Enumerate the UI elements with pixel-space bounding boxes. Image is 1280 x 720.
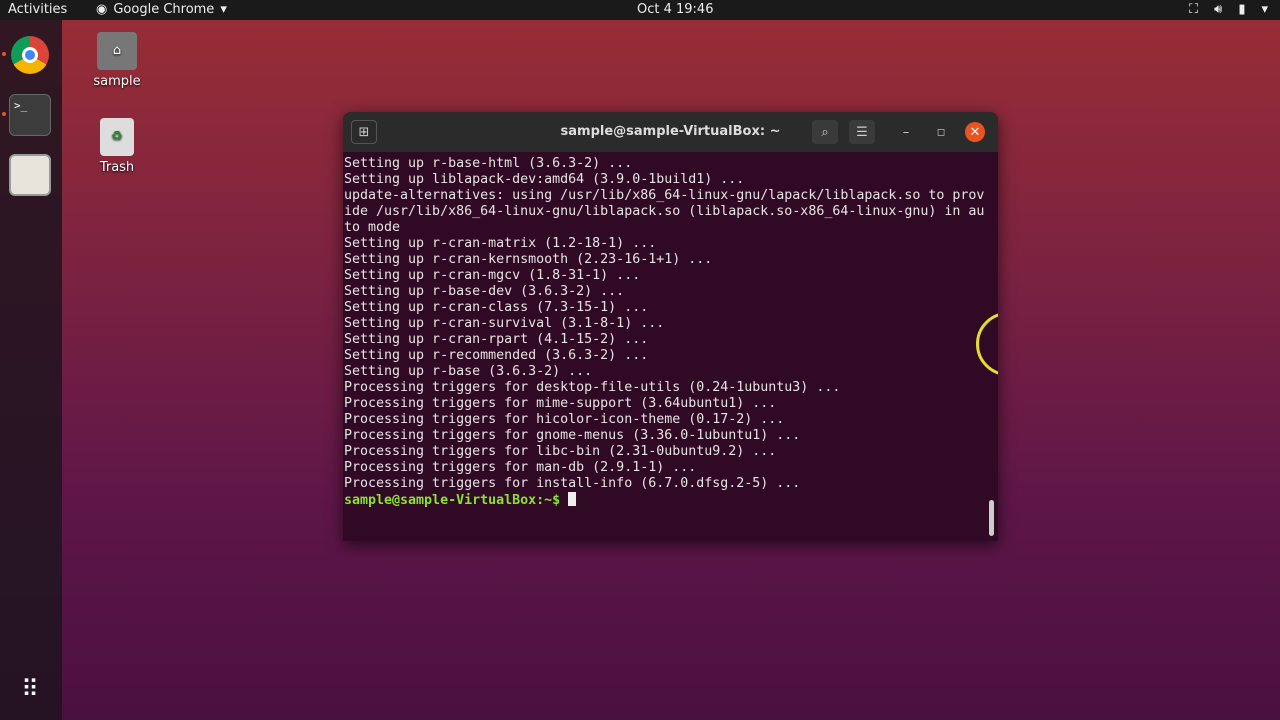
menu-arrow-icon: ▾ <box>1261 2 1268 17</box>
chrome-small-icon: ◉ <box>96 2 108 17</box>
search-icon[interactable]: ⌕ <box>812 120 838 144</box>
output-line: update-alternatives: using /usr/lib/x86_… <box>344 188 985 203</box>
output-line: Setting up r-cran-survival (3.1-8-1) ... <box>344 316 665 331</box>
output-line: Processing triggers for install-info (6.… <box>344 476 801 491</box>
output-line: Setting up liblapack-dev:amd64 (3.9.0-1b… <box>344 172 745 187</box>
output-line: Setting up r-base-dev (3.6.3-2) ... <box>344 284 625 299</box>
network-icon: ⛶ <box>1189 2 1199 17</box>
output-line: Setting up r-cran-matrix (1.2-18-1) ... <box>344 236 657 251</box>
clock[interactable]: Oct 4 19:46 <box>637 2 713 17</box>
volume-icon: 🔊︎ <box>1214 2 1223 17</box>
output-line: Setting up r-cran-class (7.3-15-1) ... <box>344 300 649 315</box>
output-line: Setting up r-cran-kernsmooth (2.23-16-1+… <box>344 252 713 267</box>
scrollbar[interactable] <box>989 500 994 536</box>
desktop-icon-trash[interactable]: ♻ Trash <box>87 118 147 175</box>
dropdown-icon: ▾ <box>220 2 227 17</box>
output-line: ide /usr/lib/x86_64-linux-gnu/liblapack.… <box>344 204 985 219</box>
output-line: Processing triggers for libc-bin (2.31-0… <box>344 444 777 459</box>
chrome-icon[interactable] <box>9 34 51 76</box>
trash-icon: ♻ <box>100 118 134 156</box>
running-indicator <box>2 52 6 56</box>
app-menu[interactable]: ◉ Google Chrome ▾ <box>96 2 227 17</box>
hamburger-menu-icon[interactable]: ☰ <box>849 120 875 144</box>
battery-icon: ▮ <box>1238 2 1246 17</box>
maximize-button[interactable]: ◻ <box>928 120 954 144</box>
show-apps-icon[interactable]: ⠿ <box>9 668 51 710</box>
output-line: Processing triggers for mime-support (3.… <box>344 396 777 411</box>
output-line: to mode <box>344 220 401 235</box>
output-line: Setting up r-base-html (3.6.3-2) ... <box>344 156 633 171</box>
terminal-header: ⊞ sample@sample-VirtualBox: ~ ⌕ ☰ – ◻ ✕ <box>343 112 998 152</box>
running-indicator <box>2 112 6 116</box>
output-line: Processing triggers for desktop-file-uti… <box>344 380 841 395</box>
output-line: Processing triggers for man-db (2.9.1-1)… <box>344 460 697 475</box>
prompt-line: sample@sample-VirtualBox:~$ <box>344 492 998 509</box>
minimize-button[interactable]: – <box>893 120 919 144</box>
top-bar: Activities ◉ Google Chrome ▾ Oct 4 19:46 ⛶… <box>0 0 1280 20</box>
output-line: Processing triggers for gnome-menus (3.3… <box>344 428 801 443</box>
cursor <box>568 492 577 506</box>
output-line: Processing triggers for hicolor-icon-the… <box>344 412 785 427</box>
terminal-window[interactable]: ⊞ sample@sample-VirtualBox: ~ ⌕ ☰ – ◻ ✕ … <box>343 112 998 541</box>
close-button[interactable]: ✕ <box>965 122 985 142</box>
output-line: Setting up r-cran-rpart (4.1-15-2) ... <box>344 332 649 347</box>
files-icon[interactable] <box>9 154 51 196</box>
activities-button[interactable]: Activities <box>8 2 67 17</box>
output-line: Setting up r-base (3.6.3-2) ... <box>344 364 593 379</box>
terminal-output[interactable]: Setting up r-base-html (3.6.3-2) ... Sett… <box>343 152 998 509</box>
home-folder-icon: ⌂ <box>97 32 137 70</box>
output-line: Setting up r-cran-mgcv (1.8-31-1) ... <box>344 268 641 283</box>
dock: >_ ⠿ <box>0 20 62 720</box>
terminal-icon[interactable]: >_ <box>9 94 51 136</box>
desktop-icon-home[interactable]: ⌂ sample <box>87 32 147 89</box>
system-tray[interactable]: ⛶ 🔊︎ ▮ ▾ <box>1189 2 1268 17</box>
output-line: Setting up r-recommended (3.6.3-2) ... <box>344 348 649 363</box>
prompt: sample@sample-VirtualBox:~$ <box>344 493 569 508</box>
